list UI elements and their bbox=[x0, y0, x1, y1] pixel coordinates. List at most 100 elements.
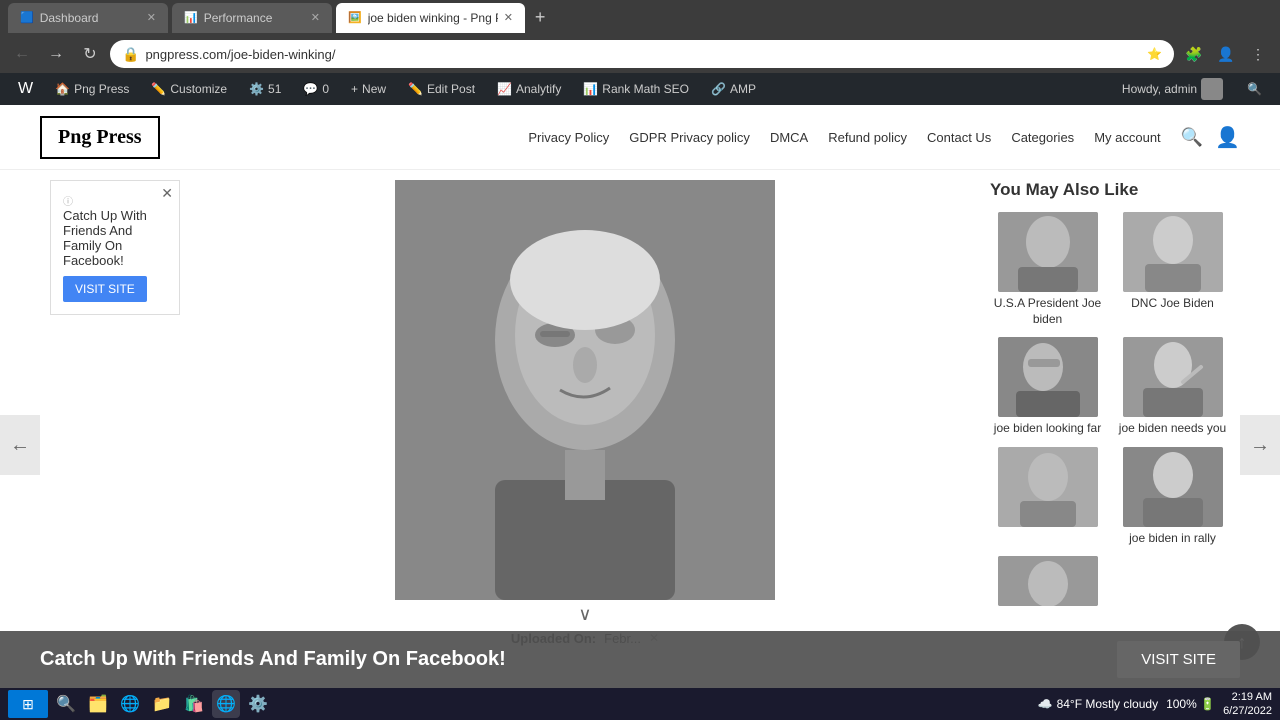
nav-categories[interactable]: Categories bbox=[1011, 130, 1074, 145]
forward-button[interactable]: → bbox=[42, 40, 70, 68]
analytify-icon: 📈 bbox=[497, 82, 512, 96]
related-item-4[interactable]: joe biden needs you bbox=[1115, 337, 1230, 437]
wp-updates[interactable]: ⚙️ 51 bbox=[239, 73, 291, 105]
taskbar-chrome[interactable]: 🌐 bbox=[212, 690, 240, 718]
wp-site-name[interactable]: 🏠 Png Press bbox=[45, 73, 139, 105]
taskbar-task-view[interactable]: 🗂️ bbox=[84, 690, 112, 718]
related-item-3[interactable]: joe biden looking far bbox=[990, 337, 1105, 437]
new-tab-button[interactable]: + bbox=[529, 7, 552, 28]
main-image-svg: joe biden winking bbox=[395, 180, 775, 600]
taskbar-store[interactable]: 🛍️ bbox=[180, 690, 208, 718]
scroll-down-chevron[interactable]: ∨ bbox=[578, 604, 591, 625]
wp-analytify[interactable]: 📈 Analytify bbox=[487, 73, 571, 105]
updates-icon: ⚙️ bbox=[249, 82, 264, 96]
ad-box: ⓘ Catch Up With Friends And Family On Fa… bbox=[50, 180, 180, 315]
menu-button[interactable]: ⋮ bbox=[1244, 40, 1272, 68]
site-logo[interactable]: Png Press bbox=[40, 116, 160, 159]
prev-arrow[interactable]: ← bbox=[0, 415, 40, 475]
taskbar-file-explorer[interactable]: 📁 bbox=[148, 690, 176, 718]
howdy-text: Howdy, admin bbox=[1122, 82, 1197, 96]
main-image: joe biden winking bbox=[395, 180, 775, 600]
related-thumb-4 bbox=[1123, 337, 1223, 417]
wp-site-label: Png Press bbox=[74, 82, 129, 96]
rank-math-icon: 📊 bbox=[583, 82, 598, 96]
nav-privacy-policy[interactable]: Privacy Policy bbox=[528, 130, 609, 145]
wp-howdy[interactable]: Howdy, admin bbox=[1112, 73, 1233, 105]
wordpress-icon: W bbox=[18, 80, 33, 98]
ad-close-button[interactable]: ✕ bbox=[161, 185, 173, 202]
bottom-ad-visit-button[interactable]: VISIT SITE bbox=[1117, 641, 1240, 678]
start-button[interactable]: ⊞ bbox=[8, 690, 48, 718]
you-may-also-like-title: You May Also Like bbox=[990, 180, 1230, 200]
nav-dmca[interactable]: DMCA bbox=[770, 130, 808, 145]
amp-label: AMP bbox=[730, 82, 756, 96]
related-label-1: U.S.A President Joe biden bbox=[990, 296, 1105, 327]
tab-close-active[interactable]: ✕ bbox=[504, 11, 513, 24]
nav-contact[interactable]: Contact Us bbox=[927, 130, 991, 145]
wp-comments[interactable]: 💬 0 bbox=[293, 73, 339, 105]
weather-icon: ☁️ bbox=[1038, 697, 1053, 711]
bottom-ad-bar: Catch Up With Friends And Family On Face… bbox=[0, 631, 1280, 688]
edit-post-icon: ✏️ bbox=[408, 82, 423, 96]
tab-performance[interactable]: 📊 Performance ✕ bbox=[172, 3, 332, 33]
amp-icon: 🔗 bbox=[711, 82, 726, 96]
related-item-7[interactable] bbox=[990, 556, 1105, 610]
browser-tab-bar: 🟦 Dashboard ✕ 📊 Performance ✕ 🖼️ joe bid… bbox=[0, 0, 1280, 35]
wp-admin-right: Howdy, admin 🔍 bbox=[1112, 73, 1272, 105]
reload-button[interactable]: ↻ bbox=[76, 40, 104, 68]
related-item-1[interactable]: U.S.A President Joe biden bbox=[990, 212, 1105, 327]
address-bar[interactable]: 🔒 pngpress.com/joe-biden-winking/ ⭐ bbox=[110, 40, 1174, 68]
nav-refund[interactable]: Refund policy bbox=[828, 130, 907, 145]
wp-search-admin[interactable]: 🔍 bbox=[1237, 73, 1272, 105]
related-thumb-5 bbox=[998, 447, 1098, 527]
browser-nav-bar: ← → ↻ 🔒 pngpress.com/joe-biden-winking/ … bbox=[0, 35, 1280, 73]
extensions-button[interactable]: 🧩 bbox=[1180, 40, 1208, 68]
related-item-6[interactable]: joe biden in rally bbox=[1115, 447, 1230, 547]
related-thumb-1 bbox=[998, 212, 1098, 292]
related-item-5[interactable] bbox=[990, 447, 1105, 547]
windows-icon: ⊞ bbox=[22, 696, 34, 713]
related-items-grid: U.S.A President Joe biden DNC Joe Biden bbox=[990, 212, 1230, 610]
battery-text: 100% bbox=[1166, 697, 1197, 711]
customize-icon: ✏️ bbox=[151, 82, 166, 96]
tab-dashboard[interactable]: 🟦 Dashboard ✕ bbox=[8, 3, 168, 33]
url-text: pngpress.com/joe-biden-winking/ bbox=[145, 47, 1141, 62]
taskbar: ⊞ 🔍 🗂️ 🌐 📁 🛍️ 🌐 ⚙️ ☁️ 84°F Mostly cloudy… bbox=[0, 688, 1280, 720]
nav-gdpr[interactable]: GDPR Privacy policy bbox=[629, 130, 750, 145]
tab-active[interactable]: 🖼️ joe biden winking - Png Press pr... ✕ bbox=[336, 3, 525, 33]
wp-logo-item[interactable]: W bbox=[8, 73, 43, 105]
updates-count: 51 bbox=[268, 82, 281, 96]
wp-customize[interactable]: ✏️ Customize bbox=[141, 73, 237, 105]
taskbar-battery: 100% 🔋 bbox=[1166, 697, 1215, 711]
wp-amp[interactable]: 🔗 AMP bbox=[701, 73, 766, 105]
customize-label: Customize bbox=[170, 82, 227, 96]
related-item-2[interactable]: DNC Joe Biden bbox=[1115, 212, 1230, 327]
back-button[interactable]: ← bbox=[8, 40, 36, 68]
taskbar-search[interactable]: 🔍 bbox=[52, 690, 80, 718]
site-header: Png Press Privacy Policy GDPR Privacy po… bbox=[0, 105, 1280, 170]
taskbar-settings[interactable]: ⚙️ bbox=[244, 690, 272, 718]
user-icon[interactable]: 👤 bbox=[1215, 125, 1240, 150]
new-label: New bbox=[362, 82, 386, 96]
tab-close-dashboard[interactable]: ✕ bbox=[147, 11, 156, 24]
ad-info-icon: ⓘ bbox=[63, 197, 73, 208]
wp-rank-math[interactable]: 📊 Rank Math SEO bbox=[573, 73, 699, 105]
taskbar-edge[interactable]: 🌐 bbox=[116, 690, 144, 718]
comments-icon: 💬 bbox=[303, 82, 318, 96]
tab-close-performance[interactable]: ✕ bbox=[311, 11, 320, 24]
wp-edit-post[interactable]: ✏️ Edit Post bbox=[398, 73, 485, 105]
site-navigation: Privacy Policy GDPR Privacy policy DMCA … bbox=[528, 130, 1160, 145]
ad-visit-button[interactable]: VISIT SITE bbox=[63, 276, 147, 302]
browser-action-buttons: 🧩 👤 ⋮ bbox=[1180, 40, 1272, 68]
taskbar-weather[interactable]: ☁️ 84°F Mostly cloudy bbox=[1038, 697, 1158, 711]
nav-my-account[interactable]: My account bbox=[1094, 130, 1160, 145]
related-label-3: joe biden looking far bbox=[994, 421, 1101, 437]
wp-new[interactable]: + New bbox=[341, 73, 396, 105]
rank-math-label: Rank Math SEO bbox=[602, 82, 689, 96]
related-thumb-7 bbox=[998, 556, 1098, 606]
taskbar-time[interactable]: 2:19 AM 6/27/2022 bbox=[1223, 690, 1272, 719]
search-icon[interactable]: 🔍 bbox=[1181, 127, 1203, 148]
taskbar-right: ☁️ 84°F Mostly cloudy 100% 🔋 2:19 AM 6/2… bbox=[1038, 690, 1272, 719]
profile-button[interactable]: 👤 bbox=[1212, 40, 1240, 68]
next-arrow[interactable]: → bbox=[1240, 415, 1280, 475]
